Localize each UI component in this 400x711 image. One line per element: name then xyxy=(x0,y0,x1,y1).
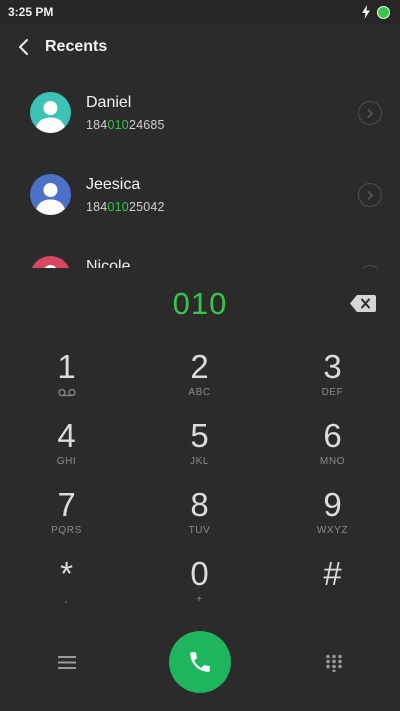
key-4[interactable]: 4 GHI xyxy=(0,407,133,476)
chevron-right-icon xyxy=(367,190,374,201)
recent-contact-daniel[interactable]: Daniel 18401024685 xyxy=(0,72,400,154)
status-bar: 3:25 PM xyxy=(0,0,400,24)
status-time: 3:25 PM xyxy=(8,5,54,19)
key-5[interactable]: 5 JKL xyxy=(133,407,266,476)
key-8[interactable]: 8 TUV xyxy=(133,476,266,545)
contact-number: 18401024685 xyxy=(86,118,165,132)
battery-icon xyxy=(377,5,390,19)
key-2[interactable]: 2 ABC xyxy=(133,338,266,407)
key-1[interactable]: 1 xyxy=(0,338,133,407)
key-star[interactable]: * , xyxy=(0,545,133,614)
avatar xyxy=(30,256,71,268)
key-0[interactable]: 0 + xyxy=(133,545,266,614)
key-hash[interactable]: # xyxy=(266,545,399,614)
contact-name: Jeesica xyxy=(86,176,141,193)
recents-list: Daniel 18401024685 Jeesica 18401025042 N… xyxy=(0,72,400,268)
dial-display: 010 xyxy=(0,268,400,338)
person-icon xyxy=(35,101,66,133)
avatar xyxy=(30,174,71,215)
contact-detail-button[interactable] xyxy=(358,101,382,125)
recent-contact-jeesica[interactable]: Jeesica 18401025042 xyxy=(0,154,400,236)
contact-detail-button[interactable] xyxy=(358,183,382,207)
charging-bolt-icon xyxy=(362,5,370,19)
phone-icon xyxy=(190,652,210,672)
chevron-right-icon xyxy=(367,108,374,119)
contact-name: Nicole xyxy=(86,258,131,268)
page-title: Recents xyxy=(45,38,108,55)
recent-contact-nicole[interactable]: Nicole xyxy=(0,236,400,268)
status-icons xyxy=(361,4,390,20)
bottom-bar xyxy=(0,628,400,698)
key-6[interactable]: 6 MNO xyxy=(266,407,399,476)
dialed-number: 010 xyxy=(172,286,228,321)
person-icon xyxy=(35,183,66,215)
call-button[interactable] xyxy=(169,631,231,693)
contact-name: Daniel xyxy=(86,94,132,111)
voicemail-icon xyxy=(57,388,76,397)
dialpad-icon[interactable] xyxy=(325,654,343,672)
key-9[interactable]: 9 WXYZ xyxy=(266,476,399,545)
avatar xyxy=(30,92,71,133)
header: Recents xyxy=(0,24,400,72)
chevron-left-icon[interactable] xyxy=(14,36,34,58)
key-7[interactable]: 7 PQRS xyxy=(0,476,133,545)
key-3[interactable]: 3 DEF xyxy=(266,338,399,407)
backspace-icon[interactable] xyxy=(350,295,376,312)
menu-icon[interactable] xyxy=(58,655,76,670)
dialer-screen: 3:25 PM Recents Daniel 18401024685 Jeesi… xyxy=(0,0,400,711)
contact-number: 18401025042 xyxy=(86,200,165,214)
person-icon xyxy=(44,265,57,268)
